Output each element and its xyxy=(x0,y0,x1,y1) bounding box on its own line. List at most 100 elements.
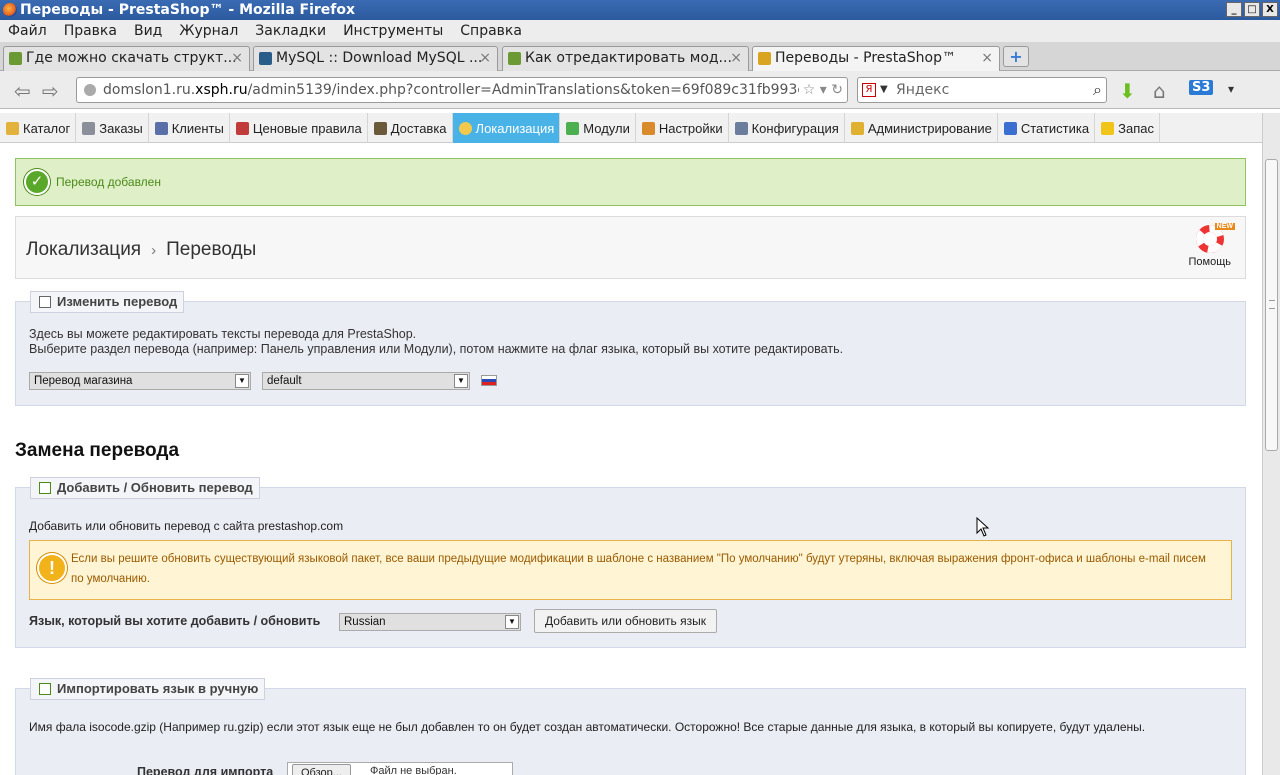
new-badge: NEW xyxy=(1214,223,1235,230)
tab-edit-module[interactable]: Как отредактировать мод... × xyxy=(502,46,749,71)
window-title-bar: Переводы - PrestaShop™ - Mozilla Firefox… xyxy=(0,0,1280,20)
close-window-button[interactable]: X xyxy=(1262,2,1278,17)
menu-history[interactable]: Журнал xyxy=(179,23,238,39)
scrollbar-thumb[interactable] xyxy=(1265,159,1278,451)
user-icon xyxy=(154,121,168,135)
breadcrumb: Локализация › Переводы xyxy=(26,239,256,261)
panel-legend: Добавить / Обновить перевод xyxy=(30,477,260,499)
cart-icon xyxy=(82,121,96,135)
menu-file[interactable]: Файл xyxy=(8,23,47,39)
nav-preferences[interactable]: Настройки xyxy=(636,113,729,143)
nav-administration[interactable]: Администрирование xyxy=(845,113,998,143)
tab-close-icon[interactable]: × xyxy=(231,47,243,70)
breadcrumb-parent[interactable]: Локализация xyxy=(26,239,141,260)
mysql-favicon-icon xyxy=(259,52,272,65)
stock-icon xyxy=(1101,121,1115,135)
window-controls: _ □ X xyxy=(1226,2,1278,17)
tab-bar: Где можно скачать структ... × MySQL :: D… xyxy=(0,42,1280,71)
panel-legend: Импортировать язык в ручную xyxy=(30,678,266,700)
breadcrumb-separator-icon: › xyxy=(151,242,157,259)
search-icon[interactable]: ⌕ xyxy=(1093,78,1102,102)
help-button[interactable]: NEW Помощь xyxy=(1188,223,1235,268)
s3-addon-icon[interactable]: S3 xyxy=(1189,80,1214,95)
tab-close-icon[interactable]: × xyxy=(730,47,742,70)
add-update-language-button[interactable]: Добавить или обновить язык xyxy=(534,609,717,633)
puzzle-icon xyxy=(566,121,580,135)
tab-close-icon[interactable]: × xyxy=(981,47,993,70)
globe-icon xyxy=(458,121,472,135)
url-path: /admin5139/index.php?controller=AdminTra… xyxy=(247,82,837,98)
success-message: ✓ Перевод добавлен xyxy=(15,158,1246,206)
menu-bar: Файл Правка Вид Журнал Закладки Инструме… xyxy=(0,20,1280,42)
nav-catalog[interactable]: Каталог xyxy=(0,113,77,143)
vertical-scrollbar[interactable] xyxy=(1262,113,1280,775)
nav-modules[interactable]: Модули xyxy=(560,113,636,143)
nav-customers[interactable]: Клиенты xyxy=(149,113,230,143)
url-bar[interactable]: domslon1.ru.xsph.ru/admin5139/index.php?… xyxy=(76,77,848,103)
price-tag-icon xyxy=(235,121,249,135)
truck-icon xyxy=(373,121,387,135)
success-text: Перевод добавлен xyxy=(56,175,161,189)
menu-edit[interactable]: Правка xyxy=(64,23,117,39)
tab-translations[interactable]: Переводы - PrestaShop™ × xyxy=(752,46,1000,71)
maximize-button[interactable]: □ xyxy=(1244,2,1260,17)
import-description: Имя фала isocode.gzip (Например ru.gzip)… xyxy=(29,720,1146,734)
page-favicon-icon xyxy=(9,52,22,65)
settings-icon xyxy=(641,121,655,135)
file-input[interactable]: Обзор... Файл не выбран. xyxy=(287,762,513,775)
key-icon xyxy=(850,121,864,135)
url-controls[interactable]: ☆ ▾ ↻ xyxy=(798,78,843,102)
url-domain: xsph.ru xyxy=(195,82,248,98)
download-icon[interactable]: ⬇ xyxy=(1119,79,1136,103)
toolbar-menu-icon[interactable]: ▾ xyxy=(1228,82,1234,96)
menu-bookmarks[interactable]: Закладки xyxy=(255,23,326,39)
import-language-panel: Импортировать язык в ручную Имя фала iso… xyxy=(15,678,1246,775)
back-arrow-icon[interactable]: ⇦ xyxy=(14,79,31,103)
new-tab-button[interactable]: + xyxy=(1003,46,1029,67)
home-icon[interactable]: ⌂ xyxy=(1153,79,1166,103)
engine-dropdown-icon[interactable]: ▼ xyxy=(880,78,888,102)
menu-tools[interactable]: Инструменты xyxy=(343,23,443,39)
window-title: Переводы - PrestaShop™ - Mozilla Firefox xyxy=(20,2,356,18)
nav-configuration[interactable]: Конфигурация xyxy=(729,113,845,143)
menu-help[interactable]: Справка xyxy=(460,23,522,39)
breadcrumb-current: Переводы xyxy=(166,239,257,260)
nav-orders[interactable]: Заказы xyxy=(76,113,149,143)
tab-label: Переводы - PrestaShop™ xyxy=(775,50,956,66)
russian-flag-icon[interactable] xyxy=(481,375,497,386)
tab-download-structure[interactable]: Где можно скачать структ... × xyxy=(3,46,250,71)
site-identity-icon xyxy=(84,84,96,96)
minimize-button[interactable]: _ xyxy=(1226,2,1242,17)
tab-label: Как отредактировать мод... xyxy=(525,50,732,66)
nav-shipping[interactable]: Доставка xyxy=(368,113,453,143)
search-bar[interactable]: Я ▼ Яндекс ⌕ xyxy=(857,77,1107,103)
yandex-engine-icon[interactable]: Я xyxy=(862,83,876,97)
tab-mysql-download[interactable]: MySQL :: Download MySQL ... × xyxy=(253,46,498,71)
nav-stock[interactable]: Запас xyxy=(1095,113,1160,143)
theme-select[interactable]: default ▼ xyxy=(262,372,470,390)
nav-localization[interactable]: Локализация xyxy=(452,113,561,143)
page-header: Локализация › Переводы NEW Помощь xyxy=(15,216,1246,279)
file-status: Файл не выбран. xyxy=(370,765,457,775)
warning-message: ! Если вы решите обновить существующий я… xyxy=(29,540,1232,600)
tab-label: Где можно скачать структ... xyxy=(26,50,237,66)
menu-view[interactable]: Вид xyxy=(134,23,162,39)
warning-icon: ! xyxy=(37,553,67,583)
language-select[interactable]: Russian ▼ xyxy=(339,613,521,631)
forward-arrow-icon[interactable]: ⇨ xyxy=(42,79,59,103)
url-prefix: domslon1.ru. xyxy=(103,82,196,98)
browse-button[interactable]: Обзор... xyxy=(292,764,351,775)
tab-close-icon[interactable]: × xyxy=(479,47,491,70)
replace-translation-heading: Замена перевода xyxy=(15,440,180,461)
dropdown-arrow-icon: ▼ xyxy=(235,374,249,388)
dropdown-arrow-icon: ▼ xyxy=(454,374,468,388)
dropdown-arrow-icon: ▼ xyxy=(505,615,519,629)
prestashop-favicon-icon xyxy=(758,52,771,65)
nav-price-rules[interactable]: Ценовые правила xyxy=(230,113,368,143)
wrench-icon xyxy=(734,121,748,135)
help-label: Помощь xyxy=(1188,256,1232,268)
translation-type-select[interactable]: Перевод магазина ▼ xyxy=(29,372,251,390)
edit-panel-line-2: Выберите раздел перевода (например: Пане… xyxy=(29,342,844,356)
nav-statistics[interactable]: Статистика xyxy=(998,113,1096,143)
navigation-bar: ⇦ ⇨ domslon1.ru.xsph.ru/admin5139/index.… xyxy=(0,71,1280,109)
